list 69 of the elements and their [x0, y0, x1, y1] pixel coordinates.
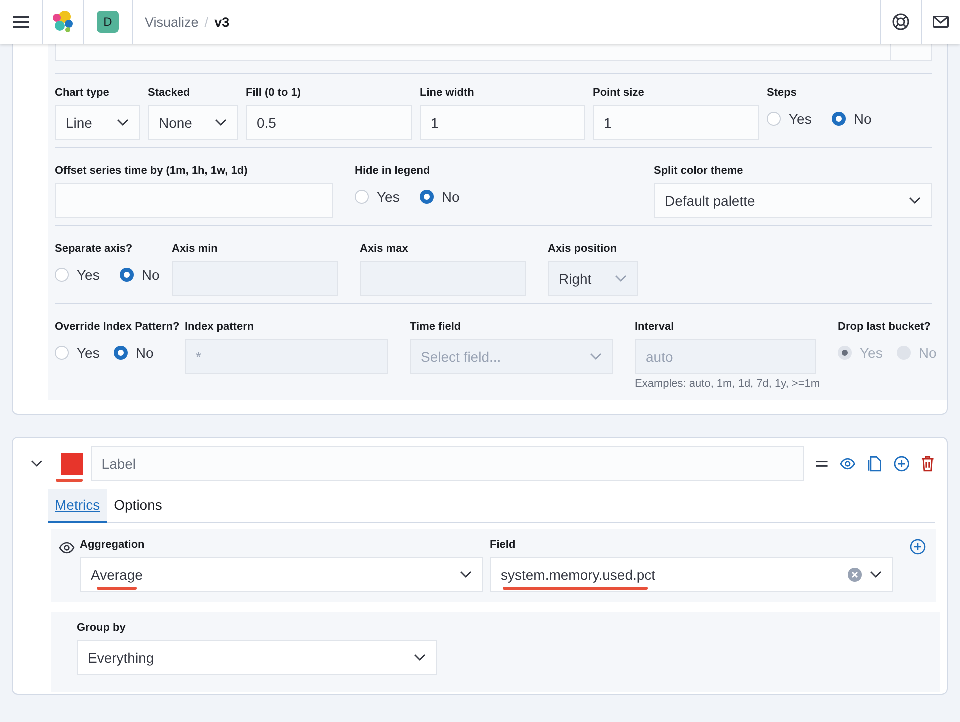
chevron-down-icon [117, 118, 129, 126]
input-field[interactable]: 1 [593, 105, 759, 140]
chevron-down-icon[interactable] [31, 460, 43, 468]
tab[interactable]: Options [107, 489, 170, 522]
logo-icon[interactable] [51, 10, 75, 34]
radio-option[interactable]: Yes [55, 267, 100, 283]
help-icon[interactable] [892, 13, 910, 31]
field-label: Offset series time by (1m, 1h, 1w, 1d) [55, 165, 249, 177]
select-field[interactable]: system.memory.used.pct [490, 557, 893, 592]
color-swatch[interactable] [60, 452, 83, 474]
radio-option[interactable]: Yes [355, 189, 400, 205]
add-icon[interactable] [894, 456, 910, 472]
radio-option[interactable]: No [114, 345, 154, 361]
field-label: Aggregation [80, 539, 146, 551]
input-field[interactable]: 1 [420, 105, 585, 140]
field-label: Chart type [55, 87, 110, 99]
eye-icon[interactable] [59, 542, 75, 554]
field-label: Field [490, 539, 517, 551]
input-field[interactable]: 0.5 [246, 105, 412, 140]
eye-icon[interactable] [840, 458, 856, 470]
field-label: Stacked [148, 87, 192, 99]
label-input[interactable]: Label [90, 446, 804, 481]
chevron-down-icon [215, 118, 227, 126]
input-field[interactable] [55, 183, 333, 218]
breadcrumb[interactable]: Visualize [145, 14, 199, 30]
space-avatar[interactable]: D [97, 11, 119, 33]
field-label: Index pattern [185, 321, 256, 333]
select-field[interactable]: None [148, 105, 238, 140]
breadcrumb: v3 [214, 14, 230, 30]
field-label: Override Index Pattern? [55, 321, 178, 333]
copy-icon[interactable] [868, 456, 882, 472]
chevron-down-icon [590, 352, 602, 360]
field-label: Drop last bucket? [838, 321, 932, 333]
radio-option[interactable]: No [420, 189, 460, 205]
chevron-down-icon [414, 654, 426, 662]
search-field[interactable] [55, 44, 932, 61]
chevron-down-icon [615, 274, 627, 282]
tab[interactable]: Metrics [48, 489, 108, 523]
radio-option[interactable]: No [832, 111, 872, 127]
menu-icon[interactable] [13, 15, 29, 29]
drag-handle-icon[interactable] [816, 460, 828, 466]
field-label: Separate axis? [55, 243, 134, 255]
field-label: Split color theme [654, 165, 744, 177]
chevron-down-icon [870, 570, 882, 578]
select-field[interactable]: Line [55, 105, 140, 140]
field-label: Time field [410, 321, 462, 333]
chevron-down-icon [460, 570, 472, 578]
select-field[interactable]: Everything [77, 640, 437, 675]
add-icon[interactable] [910, 539, 926, 555]
field-label: Axis min [172, 243, 219, 255]
clear-icon[interactable] [848, 568, 862, 582]
select-field[interactable]: Average [80, 557, 483, 592]
field-label: Interval [635, 321, 676, 333]
field-label: Group by [77, 622, 127, 634]
radio-option[interactable]: No [120, 267, 160, 283]
field-label: Axis position [548, 243, 618, 255]
select-field[interactable]: Default palette [654, 183, 932, 218]
field-label: Hide in legend [355, 165, 432, 177]
field-label: Point size [593, 87, 646, 99]
mail-icon[interactable] [933, 16, 949, 28]
breadcrumb-separator: / [204, 14, 209, 30]
field-label: Axis max [360, 243, 410, 255]
radio-option[interactable]: Yes [767, 111, 812, 127]
field-label: Line width [420, 87, 476, 99]
radio-option[interactable]: Yes [55, 345, 100, 361]
trash-icon[interactable] [921, 456, 935, 472]
field-label: Fill (0 to 1) [246, 87, 302, 99]
chevron-down-icon [909, 196, 921, 204]
field-label: Steps [767, 87, 798, 99]
